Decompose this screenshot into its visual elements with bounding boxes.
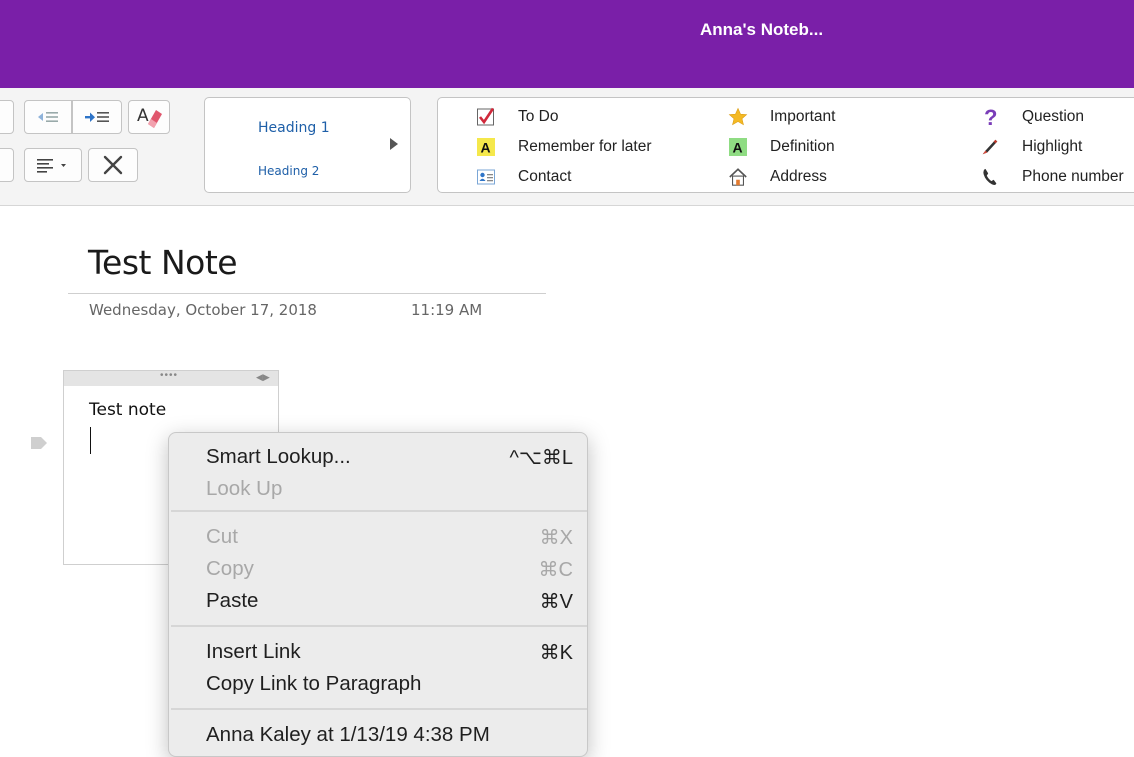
menu-item-paste[interactable]: Paste ⌘V — [169, 585, 587, 617]
menu-item-shortcut: ⌘V — [539, 591, 573, 613]
menu-item-cut[interactable]: Cut ⌘X — [169, 521, 587, 553]
numbering-button[interactable] — [0, 148, 14, 182]
decrease-indent-button[interactable] — [24, 100, 72, 134]
tag-label: Remember for later — [518, 138, 652, 155]
menu-item-copy-link-to-paragraph[interactable]: Copy Link to Paragraph — [169, 668, 587, 700]
tag-to-do[interactable]: To Do — [476, 105, 559, 129]
tag-question[interactable]: ? Question — [980, 105, 1084, 129]
menu-separator — [171, 625, 587, 627]
tag-label: To Do — [518, 108, 559, 125]
menu-item-shortcut: ^⌥⌘L — [509, 447, 573, 469]
align-left-icon — [35, 157, 71, 173]
phone-icon — [980, 167, 1000, 187]
highlight-a-green-icon: A — [728, 137, 748, 157]
tag-label: Contact — [518, 168, 572, 185]
increase-indent-icon — [84, 109, 110, 125]
menu-item-label: Insert Link — [206, 640, 301, 663]
tag-label: Definition — [770, 138, 835, 155]
menu-item-label: Cut — [206, 525, 238, 548]
styles-more-arrow-icon[interactable] — [390, 138, 398, 150]
tag-label: Phone number — [1022, 168, 1124, 185]
delete-button[interactable] — [88, 148, 138, 182]
paragraph-alignment-button[interactable] — [24, 148, 82, 182]
menu-item-label: Copy — [206, 557, 254, 580]
styles-gallery: Heading 1 Heading 2 — [204, 97, 411, 193]
resize-handle-icon[interactable]: ◀▶ — [256, 372, 270, 383]
menu-item-label: Copy Link to Paragraph — [206, 672, 422, 695]
style-heading-1[interactable]: Heading 1 — [258, 120, 330, 136]
note-text[interactable]: Test note — [89, 400, 166, 420]
menu-item-label: Smart Lookup... — [206, 445, 351, 468]
tag-label: Highlight — [1022, 138, 1083, 155]
tags-gallery: To Do A Remember for later Contact Impor… — [437, 97, 1134, 193]
house-icon — [728, 167, 748, 187]
tag-address[interactable]: Address — [728, 165, 827, 189]
increase-indent-button[interactable] — [72, 100, 122, 134]
tag-label: Address — [770, 168, 827, 185]
menu-item-look-up[interactable]: Look Up — [169, 473, 587, 505]
title-divider — [68, 293, 546, 294]
menu-item-smart-lookup[interactable]: Smart Lookup... ^⌥⌘L — [169, 441, 587, 473]
window-title: Anna's Noteb... — [700, 20, 824, 39]
text-cursor — [90, 427, 91, 454]
menu-item-insert-link[interactable]: Insert Link ⌘K — [169, 636, 587, 668]
question-mark-icon: ? — [980, 106, 1000, 128]
highlight-a-yellow-icon: A — [476, 137, 496, 157]
tag-important[interactable]: Important — [728, 105, 835, 129]
contact-card-icon — [476, 167, 496, 187]
page-time: 11:19 AM — [411, 301, 483, 319]
marker-icon — [980, 137, 1000, 157]
star-icon — [728, 107, 748, 127]
style-heading-2[interactable]: Heading 2 — [258, 164, 319, 178]
tag-remember-for-later[interactable]: A Remember for later — [476, 135, 652, 159]
tag-definition[interactable]: A Definition — [728, 135, 835, 159]
menu-item-author-info[interactable]: Anna Kaley at 1/13/19 4:38 PM — [169, 719, 587, 751]
svg-text:?: ? — [984, 106, 997, 128]
tag-phone-number[interactable]: Phone number — [980, 165, 1124, 189]
close-icon — [102, 154, 124, 176]
decrease-indent-icon — [36, 109, 60, 125]
ribbon: A Heading 1 Heading 2 To Do A Remember f… — [0, 88, 1134, 206]
menu-item-label: Anna Kaley at 1/13/19 4:38 PM — [206, 723, 490, 746]
menu-item-label: Paste — [206, 589, 259, 612]
svg-text:A: A — [481, 140, 491, 156]
menu-separator — [171, 708, 587, 710]
tag-contact[interactable]: Contact — [476, 165, 571, 189]
menu-item-shortcut: ⌘C — [538, 559, 573, 581]
menu-item-copy[interactable]: Copy ⌘C — [169, 553, 587, 585]
tag-highlight[interactable]: Highlight — [980, 135, 1082, 159]
svg-text:A: A — [137, 106, 149, 126]
svg-text:A: A — [733, 140, 743, 156]
page-date: Wednesday, October 17, 2018 — [89, 301, 317, 319]
tag-label: Important — [770, 108, 836, 125]
title-bar: Anna's Noteb... — [0, 0, 1134, 88]
menu-item-shortcut: ⌘K — [539, 642, 573, 664]
menu-item-label: Look Up — [206, 477, 283, 500]
note-container-handle[interactable]: •••• ◀▶ — [64, 370, 278, 386]
menu-item-shortcut: ⌘X — [539, 527, 573, 549]
clear-formatting-button[interactable]: A — [128, 100, 170, 134]
checkbox-icon — [476, 107, 496, 127]
tag-label: Question — [1022, 108, 1085, 125]
page-title[interactable]: Test Note — [88, 243, 238, 282]
bullets-button[interactable] — [0, 100, 14, 134]
menu-separator — [171, 510, 587, 512]
context-menu: Smart Lookup... ^⌥⌘L Look Up Cut ⌘X Copy… — [168, 432, 588, 757]
clear-formatting-icon: A — [134, 104, 164, 130]
drag-handle-icon[interactable]: •••• — [160, 370, 178, 381]
